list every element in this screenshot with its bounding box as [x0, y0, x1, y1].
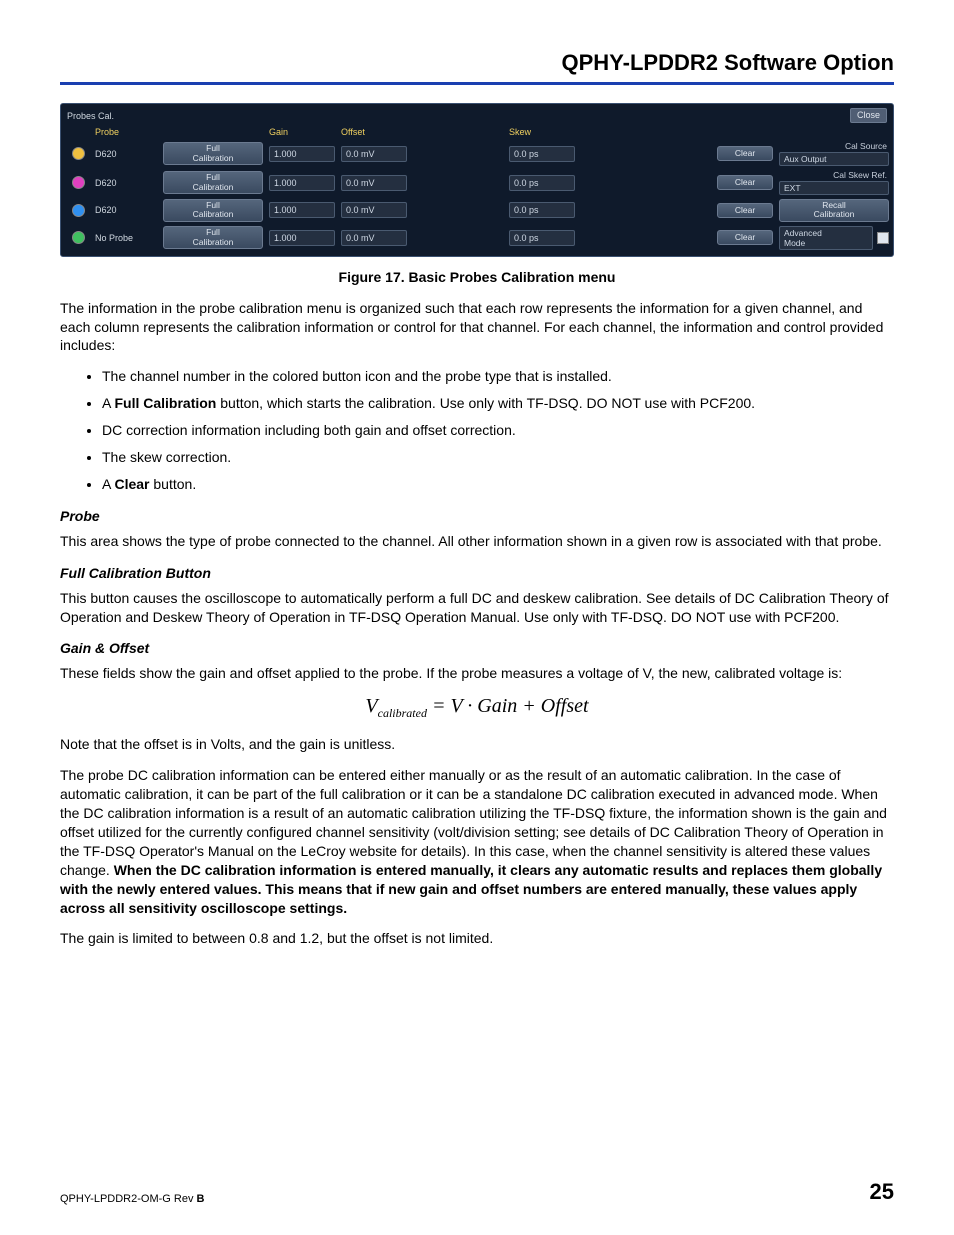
probe-paragraph: This area shows the type of probe connec…	[60, 532, 894, 551]
full-calibration-button[interactable]: FullCalibration	[163, 226, 263, 249]
panel-title: Probes Cal.	[67, 111, 114, 121]
probe-type: D620	[95, 205, 157, 215]
header-rule	[60, 82, 894, 85]
probes-cal-panel: Probes Cal. Close Probe Gain Offset Skew…	[60, 103, 894, 257]
section-heading-gain-offset: Gain & Offset	[60, 640, 894, 656]
full-cal-paragraph: This button causes the oscilloscope to a…	[60, 589, 894, 627]
channel-dot-2[interactable]	[72, 176, 85, 189]
gain-offset-paragraph-1: These fields show the gain and offset ap…	[60, 664, 894, 683]
gain-offset-paragraph-4: The gain is limited to between 0.8 and 1…	[60, 929, 894, 948]
advanced-mode-label: AdvancedMode	[779, 226, 873, 250]
section-heading-full-cal: Full Calibration Button	[60, 565, 894, 581]
channel-dot-1[interactable]	[72, 147, 85, 160]
list-item: The skew correction.	[102, 448, 894, 467]
skew-field[interactable]: 0.0 ps	[509, 175, 575, 191]
page-title: QPHY-LPDDR2 Software Option	[60, 50, 894, 76]
footer-doc-id: QPHY-LPDDR2-OM-G Rev B	[60, 1193, 204, 1205]
gain-field[interactable]: 1.000	[269, 175, 335, 191]
clear-button[interactable]: Clear	[717, 203, 773, 218]
full-calibration-button[interactable]: FullCalibration	[163, 199, 263, 222]
offset-field[interactable]: 0.0 mV	[341, 146, 407, 162]
gain-offset-paragraph-2: Note that the offset is in Volts, and th…	[60, 735, 894, 754]
cal-source-label: Cal Source	[779, 141, 889, 151]
page-number: 25	[870, 1179, 894, 1205]
clear-button[interactable]: Clear	[717, 146, 773, 161]
clear-button[interactable]: Clear	[717, 230, 773, 245]
full-calibration-button[interactable]: FullCalibration	[163, 142, 263, 165]
probe-type: No Probe	[95, 233, 157, 243]
list-item: The channel number in the colored button…	[102, 367, 894, 386]
cal-skew-ref-label: Cal Skew Ref.	[779, 170, 889, 180]
equation: Vcalibrated = V · Gain + Offset	[60, 695, 894, 721]
list-item: A Clear button.	[102, 475, 894, 494]
cal-source-field[interactable]: Aux Output	[779, 152, 889, 166]
gain-field[interactable]: 1.000	[269, 146, 335, 162]
skew-field[interactable]: 0.0 ps	[509, 202, 575, 218]
offset-field[interactable]: 0.0 mV	[341, 230, 407, 246]
channel-dot-4[interactable]	[72, 231, 85, 244]
offset-field[interactable]: 0.0 mV	[341, 175, 407, 191]
skew-field[interactable]: 0.0 ps	[509, 230, 575, 246]
cal-skew-ref-field[interactable]: EXT	[779, 181, 889, 195]
gain-offset-paragraph-3: The probe DC calibration information can…	[60, 766, 894, 917]
gain-field[interactable]: 1.000	[269, 202, 335, 218]
col-skew: Skew	[509, 127, 575, 137]
col-offset: Offset	[341, 127, 407, 137]
list-item: A Full Calibration button, which starts …	[102, 394, 894, 413]
probe-type: D620	[95, 149, 157, 159]
bullet-list: The channel number in the colored button…	[102, 367, 894, 493]
col-gain: Gain	[269, 127, 335, 137]
close-button[interactable]: Close	[850, 108, 887, 123]
section-heading-probe: Probe	[60, 508, 894, 524]
probe-type: D620	[95, 178, 157, 188]
list-item: DC correction information including both…	[102, 421, 894, 440]
clear-button[interactable]: Clear	[717, 175, 773, 190]
recall-calibration-button[interactable]: RecallCalibration	[779, 199, 889, 222]
skew-field[interactable]: 0.0 ps	[509, 146, 575, 162]
advanced-mode-checkbox[interactable]	[877, 232, 889, 244]
channel-dot-3[interactable]	[72, 204, 85, 217]
offset-field[interactable]: 0.0 mV	[341, 202, 407, 218]
figure-caption: Figure 17. Basic Probes Calibration menu	[60, 269, 894, 285]
full-calibration-button[interactable]: FullCalibration	[163, 171, 263, 194]
intro-paragraph: The information in the probe calibration…	[60, 299, 894, 356]
gain-field[interactable]: 1.000	[269, 230, 335, 246]
col-probe: Probe	[95, 127, 157, 137]
